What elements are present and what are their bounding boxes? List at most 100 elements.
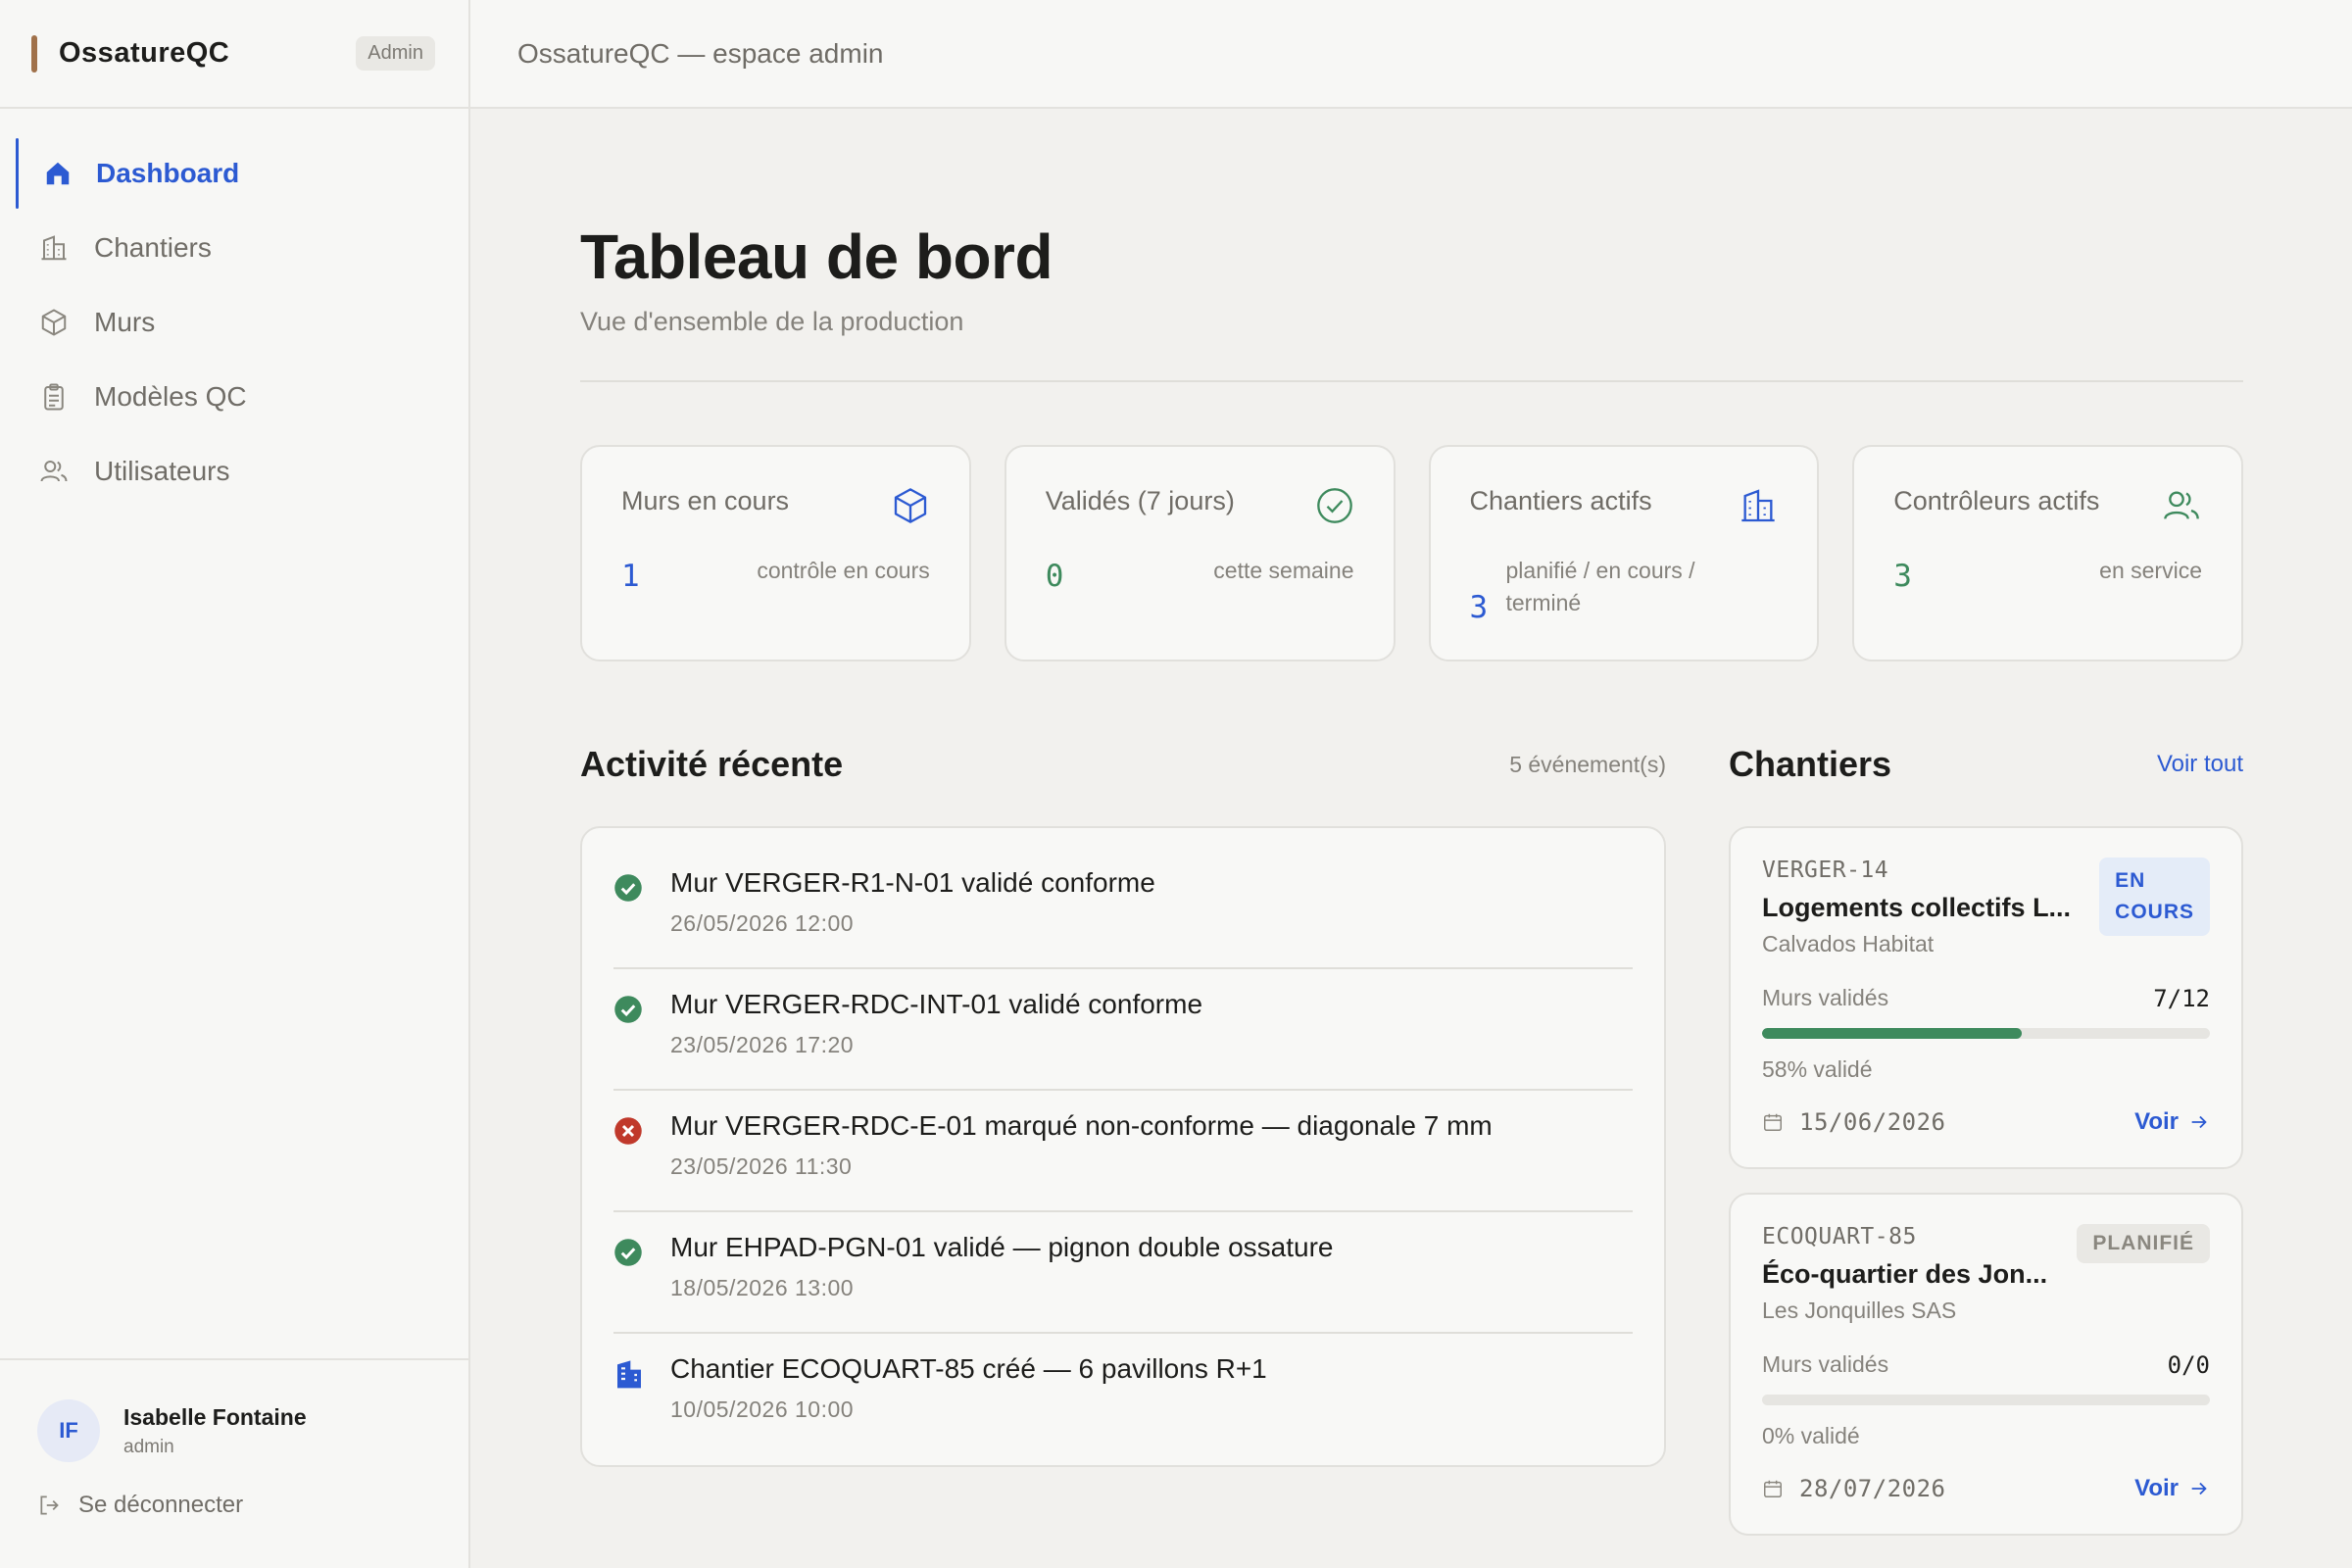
calendar-icon bbox=[1764, 1480, 1782, 1497]
stat-note: en service bbox=[2099, 558, 2202, 583]
stat-value: 3 bbox=[1893, 559, 1912, 594]
user-name: Isabelle Fontaine bbox=[123, 1403, 307, 1430]
stat-note: contrôle en cours bbox=[757, 558, 930, 583]
list-item: Mur EHPAD-PGN-01 validé — pignon double … bbox=[613, 1212, 1633, 1334]
brand-header: OssatureQC Admin bbox=[0, 0, 468, 109]
logout-icon bbox=[40, 1495, 59, 1515]
progress-bar bbox=[1762, 1395, 2210, 1405]
calendar-icon bbox=[1764, 1113, 1782, 1131]
activity-header: Activité récente 5 événement(s) bbox=[580, 740, 1666, 789]
activity-time: 26/05/2026 12:00 bbox=[670, 910, 855, 936]
sidebar-item-label: Modèles QC bbox=[94, 381, 247, 412]
list-item: Mur VERGER-RDC-E-01 marqué non-conforme … bbox=[613, 1091, 1633, 1212]
divider bbox=[580, 380, 2243, 382]
progress-label: 58% validé bbox=[1762, 1056, 1873, 1082]
project-client: Les Jonquilles SAS bbox=[1762, 1298, 1957, 1323]
projects-title: Chantiers bbox=[1729, 744, 1892, 784]
logout-button[interactable]: Se déconnecter bbox=[37, 1492, 431, 1519]
stats-row: Murs en cours 1 contrôle en cours Validé… bbox=[580, 445, 2243, 662]
project-date-value: 15/06/2026 bbox=[1799, 1108, 1946, 1136]
project-card[interactable]: VERGER-14 Logements collectifs L... Calv… bbox=[1729, 826, 2243, 1169]
status-badge-line: COURS bbox=[2115, 901, 2194, 923]
sidebar-item-murs[interactable]: Murs bbox=[0, 287, 468, 358]
building-filled-icon bbox=[613, 1353, 645, 1436]
list-item: Mur VERGER-R1-N-01 validé conforme 26/05… bbox=[613, 848, 1633, 969]
view-project-button[interactable]: Voir bbox=[2134, 1108, 2210, 1136]
arrow-right-icon bbox=[2191, 1482, 2207, 1495]
walls-row: Murs validés 7/12 bbox=[1762, 985, 2210, 1012]
sidebar: OssatureQC Admin Dashboard Chantiers Mur… bbox=[0, 0, 470, 1568]
user-role: admin bbox=[123, 1436, 174, 1457]
project-footer: 28/07/2026 Voir bbox=[1762, 1475, 2210, 1502]
users-icon bbox=[37, 455, 71, 488]
sidebar-footer: IF Isabelle Fontaine admin Se déconnecte… bbox=[0, 1358, 468, 1568]
stat-label: Murs en cours bbox=[621, 486, 790, 515]
building-icon bbox=[37, 231, 71, 265]
status-badge-line: PLANIFIÉ bbox=[2092, 1232, 2194, 1254]
activity-text: Mur VERGER-RDC-E-01 marqué non-conforme … bbox=[670, 1110, 1493, 1141]
activity-text: Mur EHPAD-PGN-01 validé — pignon double … bbox=[670, 1232, 1334, 1262]
stat-card-murs-en-cours: Murs en cours 1 contrôle en cours bbox=[580, 445, 971, 662]
activity-text: Mur VERGER-RDC-INT-01 validé conforme bbox=[670, 989, 1203, 1019]
users-icon bbox=[2161, 486, 2202, 530]
stat-card-controleurs-actifs: Contrôleurs actifs 3 en service bbox=[1852, 445, 2243, 662]
walls-count: 7/12 bbox=[2153, 985, 2210, 1012]
sidebar-item-utilisateurs[interactable]: Utilisateurs bbox=[0, 436, 468, 507]
sidebar-nav: Dashboard Chantiers Murs Modèles QC Util… bbox=[0, 109, 468, 507]
status-badge: PLANIFIÉ bbox=[2077, 1224, 2210, 1263]
walls-count: 0/0 bbox=[2167, 1351, 2210, 1379]
view-label: Voir bbox=[2134, 1108, 2179, 1135]
status-badge-line: EN bbox=[2115, 869, 2146, 892]
stat-card-valides: Validés (7 jours) 0 cette semaine bbox=[1004, 445, 1396, 662]
page-subtitle: Vue d'ensemble de la production bbox=[580, 307, 964, 336]
project-name: Logements collectifs L... bbox=[1762, 893, 2072, 922]
view-label: Voir bbox=[2134, 1475, 2179, 1501]
progress-bar bbox=[1762, 1028, 2210, 1039]
activity-title: Activité récente bbox=[580, 744, 844, 784]
project-card[interactable]: ECOQUART-85 Éco-quartier des Jon... Les … bbox=[1729, 1193, 2243, 1536]
list-item: Mur VERGER-RDC-INT-01 validé conforme 23… bbox=[613, 969, 1633, 1091]
sidebar-item-chantiers[interactable]: Chantiers bbox=[0, 213, 468, 283]
walls-label: Murs validés bbox=[1762, 1351, 1889, 1377]
error-x-icon bbox=[613, 1110, 645, 1191]
status-badge: EN COURS bbox=[2099, 858, 2210, 936]
building-icon bbox=[1739, 486, 1778, 530]
activity-time: 18/05/2026 13:00 bbox=[670, 1275, 855, 1300]
cube-icon bbox=[37, 306, 71, 339]
stat-card-chantiers-actifs: Chantiers actifs 3 planifié / en cours /… bbox=[1428, 445, 1820, 662]
arrow-right-icon bbox=[2191, 1115, 2207, 1129]
progress-fill bbox=[1762, 1028, 2023, 1039]
stat-label: Validés (7 jours) bbox=[1045, 486, 1235, 515]
stat-value: 3 bbox=[1469, 590, 1489, 625]
main-content: Tableau de bord Vue d'ensemble de la pro… bbox=[580, 109, 2243, 1536]
view-project-button[interactable]: Voir bbox=[2134, 1475, 2210, 1502]
see-all-link[interactable]: Voir tout bbox=[2157, 751, 2243, 778]
logout-label: Se déconnecter bbox=[78, 1492, 244, 1518]
stat-value: 0 bbox=[1045, 559, 1064, 594]
sidebar-item-label: Dashboard bbox=[96, 158, 240, 188]
stat-note: cette semaine bbox=[1213, 558, 1354, 583]
stat-label: Chantiers actifs bbox=[1469, 486, 1652, 515]
stat-value: 1 bbox=[621, 559, 640, 594]
progress-label: 0% validé bbox=[1762, 1423, 1860, 1448]
sidebar-item-dashboard[interactable]: Dashboard bbox=[0, 138, 468, 209]
stat-note: planifié / en cours / terminé bbox=[1505, 558, 1695, 615]
clipboard-icon bbox=[37, 380, 71, 414]
success-check-icon bbox=[613, 989, 645, 1069]
project-name: Éco-quartier des Jon... bbox=[1762, 1259, 2048, 1289]
projects-panel: Chantiers Voir tout VERGER-14 Logements … bbox=[1729, 740, 2243, 1536]
walls-label: Murs validés bbox=[1762, 985, 1889, 1010]
success-check-icon bbox=[613, 867, 645, 948]
activity-text: Chantier ECOQUART-85 créé — 6 pavillons … bbox=[670, 1353, 1267, 1384]
page-title: Tableau de bord bbox=[580, 221, 1054, 292]
success-check-icon bbox=[613, 1232, 645, 1312]
projects-header: Chantiers Voir tout bbox=[1729, 740, 2243, 789]
project-date: 28/07/2026 bbox=[1762, 1475, 1946, 1502]
list-item: Chantier ECOQUART-85 créé — 6 pavillons … bbox=[613, 1334, 1633, 1455]
sidebar-item-modeles-qc[interactable]: Modèles QC bbox=[0, 362, 468, 432]
sidebar-item-label: Utilisateurs bbox=[94, 456, 230, 486]
check-circle-icon bbox=[1315, 486, 1354, 530]
role-badge: Admin bbox=[356, 36, 435, 71]
activity-time: 23/05/2026 17:20 bbox=[670, 1032, 855, 1057]
sidebar-item-label: Chantiers bbox=[94, 232, 212, 263]
